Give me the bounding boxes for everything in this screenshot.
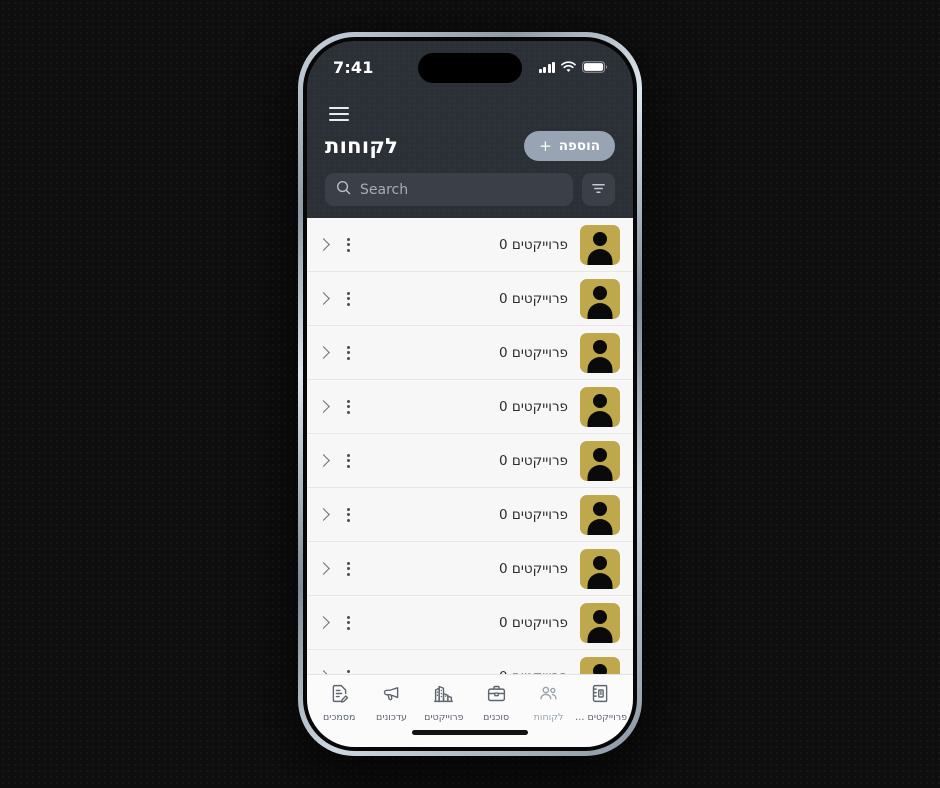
avatar [580,440,620,481]
plus-icon: + [539,136,552,155]
search-row [325,173,615,206]
people-icon [538,683,559,708]
tab-document-edit[interactable]: מסמכים [313,683,365,723]
filter-button[interactable] [582,173,615,206]
battery-icon [582,58,607,77]
tab-label: לקוחות [533,712,564,723]
row-actions [317,288,355,310]
chevron-right-icon[interactable] [317,400,330,413]
add-button-label: הוספה [558,138,600,154]
app-header: לקוחות הוספה + [307,93,633,218]
page-title: לקוחות [325,134,399,158]
kebab-menu-icon[interactable] [342,234,355,256]
table-row[interactable]: פרוייקטים 0 [307,218,633,272]
kebab-menu-icon[interactable] [342,666,355,675]
tab-label: פרוייקטים שלי [574,712,627,723]
tab-megaphone[interactable]: עדכונים [365,683,417,723]
avatar [580,386,620,427]
chevron-right-icon[interactable] [317,508,330,521]
row-actions [317,504,355,526]
filter-icon [591,181,606,199]
tab-briefcase[interactable]: סוכנים [470,683,522,723]
tab-notebook[interactable]: פרוייקטים שלי [575,683,627,723]
bottom-tab-bar[interactable]: פרוייקטים שלי לקוחות סוכנים פרוייקטים עדכוני… [307,674,633,725]
table-row[interactable]: פרוייקטים 0 [307,272,633,326]
row-actions [317,558,355,580]
avatar [580,278,620,319]
megaphone-icon [381,683,402,708]
table-row[interactable]: פרוייקטים 0 [307,650,633,674]
home-indicator [307,725,633,747]
document-edit-icon [329,683,350,708]
chevron-right-icon[interactable] [317,292,330,305]
kebab-menu-icon[interactable] [342,450,355,472]
search-box[interactable] [325,173,573,206]
briefcase-icon [486,683,507,708]
row-actions [317,396,355,418]
list-item-label: פרוייקטים 0 [499,614,568,631]
avatar [580,548,620,589]
table-row[interactable]: פרוייקטים 0 [307,434,633,488]
list-item-label: פרוייקטים 0 [499,290,568,307]
status-bar-clock: 7:41 [333,57,374,77]
kebab-menu-icon[interactable] [342,504,355,526]
chevron-right-icon[interactable] [317,616,330,629]
phone-inner-bezel: 7:41 לקוחות הוספה + Search פרוייקטים 0 פ… [303,37,637,751]
kebab-menu-icon[interactable] [342,288,355,310]
tab-label: פרוייקטים [424,712,464,723]
dynamic-island [418,53,522,83]
chevron-right-icon[interactable] [317,454,330,467]
row-actions [317,234,355,256]
wifi-icon [561,58,576,77]
add-customer-button[interactable]: הוספה + [524,131,615,161]
row-actions [317,450,355,472]
tab-label: סוכנים [483,712,510,723]
search-icon [336,180,351,199]
avatar [580,656,620,674]
kebab-menu-icon[interactable] [342,396,355,418]
phone-screen: 7:41 לקוחות הוספה + Search פרוייקטים 0 פ… [307,41,633,747]
list-item-label: פרוייקטים 0 [499,452,568,469]
avatar [580,602,620,643]
tab-people[interactable]: לקוחות [522,683,574,723]
status-bar: 7:41 [307,41,633,93]
tab-label: עדכונים [376,712,408,723]
kebab-menu-icon[interactable] [342,342,355,364]
row-actions [317,666,355,675]
table-row[interactable]: פרוייקטים 0 [307,380,633,434]
customer-list[interactable]: פרוייקטים 0 פרוייקטים 0 פרוייקטים 0 פרוייקט… [307,218,633,674]
tab-label: מסמכים [322,712,356,723]
table-row[interactable]: פרוייקטים 0 [307,326,633,380]
title-row: לקוחות הוספה + [325,131,615,161]
row-actions [317,612,355,634]
row-actions [317,342,355,364]
list-item-label: פרוייקטים 0 [499,398,568,415]
avatar [580,224,620,265]
chevron-right-icon[interactable] [317,562,330,575]
avatar [580,494,620,535]
kebab-menu-icon[interactable] [342,612,355,634]
table-row[interactable]: פרוייקטים 0 [307,596,633,650]
status-bar-indicators [538,58,607,77]
tab-buildings[interactable]: פרוייקטים [418,683,470,723]
list-item-label: פרוייקטים 0 [499,506,568,523]
phone-frame: 7:41 לקוחות הוספה + Search פרוייקטים 0 פ… [298,32,642,756]
avatar [580,332,620,373]
table-row[interactable]: פרוייקטים 0 [307,542,633,596]
chevron-right-icon[interactable] [317,346,330,359]
chevron-right-icon[interactable] [317,238,330,251]
cellular-signal-icon [538,61,555,73]
hamburger-menu-icon[interactable] [329,107,349,121]
search-input[interactable] [360,181,562,198]
notebook-icon [590,683,611,708]
kebab-menu-icon[interactable] [342,558,355,580]
list-item-label: פרוייקטים 0 [499,236,568,253]
list-item-label: פרוייקטים 0 [499,344,568,361]
table-row[interactable]: פרוייקטים 0 [307,488,633,542]
buildings-icon [433,683,454,708]
list-item-label: פרוייקטים 0 [499,560,568,577]
